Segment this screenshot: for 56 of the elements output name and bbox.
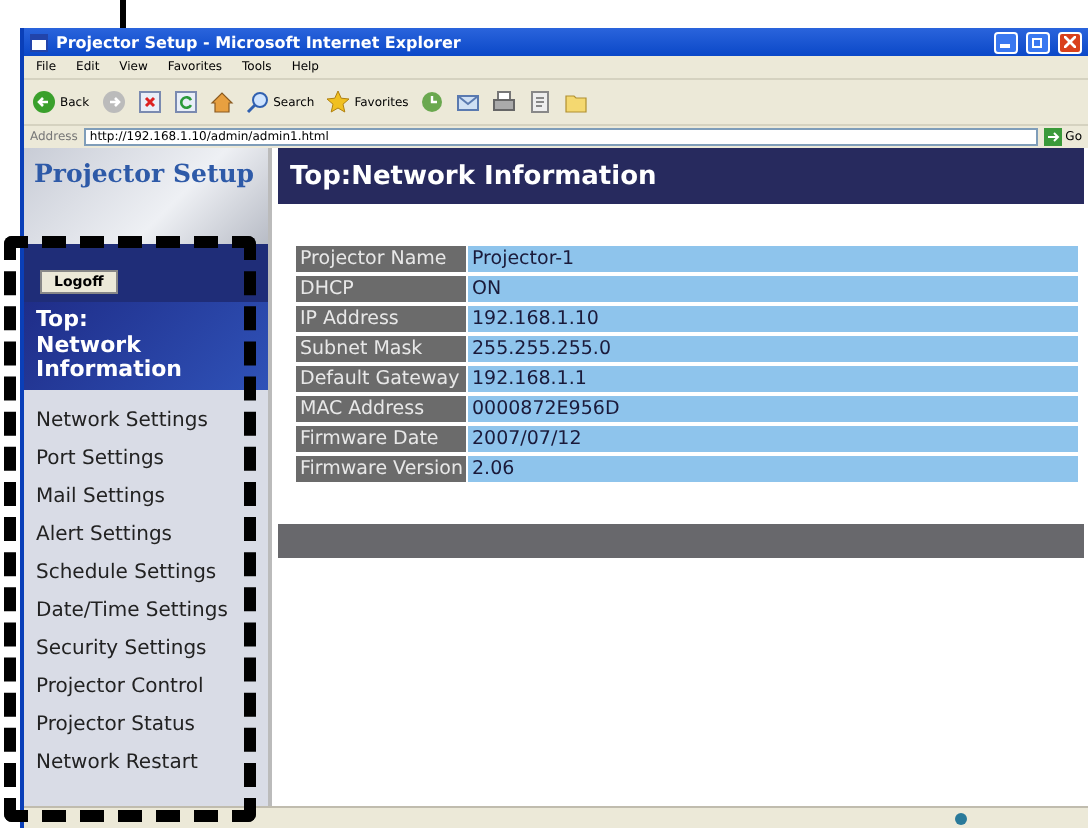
edit-button[interactable] (528, 90, 553, 114)
table-cell: 2.06 (468, 456, 1078, 482)
home-icon (209, 90, 234, 114)
sidebar-item[interactable]: Projector Control (24, 667, 268, 706)
mail-icon (456, 90, 481, 114)
home-button[interactable] (209, 90, 234, 114)
browser-icon (30, 33, 48, 51)
close-icon (1064, 36, 1076, 48)
table-cell: MAC Address (296, 396, 466, 422)
table-cell: ON (468, 276, 1078, 302)
table-cell: 192.168.1.1 (468, 366, 1078, 392)
folder-icon (564, 90, 589, 114)
printer-icon (492, 90, 517, 114)
close-button[interactable] (1058, 31, 1082, 53)
history-icon (420, 90, 445, 114)
sidebar-item[interactable]: Network Settings (24, 401, 268, 440)
sidebar-item[interactable]: Top: Network Information (24, 302, 268, 390)
table-cell: IP Address (296, 306, 466, 332)
table-cell: DHCP (296, 276, 466, 302)
stop-button[interactable] (137, 90, 162, 114)
logo-text: Projector Setup (34, 158, 255, 188)
forward-icon (101, 90, 126, 114)
mail-button[interactable] (456, 90, 481, 114)
window-title: Projector Setup - Microsoft Internet Explorer (56, 33, 463, 51)
table-cell: Firmware Version (296, 456, 466, 482)
table-cell: 255.255.255.0 (468, 336, 1078, 362)
refresh-button[interactable] (173, 90, 198, 114)
restore-button[interactable] (1026, 31, 1050, 53)
print-button[interactable] (492, 90, 517, 114)
sidebar-item[interactable]: Projector Status (24, 705, 268, 744)
sidebar-item[interactable]: Date/Time Settings (24, 591, 268, 630)
table-cell: 2007/07/12 (468, 426, 1078, 452)
minimize-button[interactable] (994, 31, 1018, 53)
page-heading: Top:Network Information (278, 148, 1084, 204)
table-cell: Subnet Mask (296, 336, 466, 362)
sidebar-item[interactable]: Network Restart (24, 743, 268, 782)
star-icon (326, 90, 351, 114)
search-icon (245, 90, 270, 114)
sidebar-item[interactable]: Port Settings (24, 439, 268, 478)
table-cell: 192.168.1.10 (468, 306, 1078, 332)
table-cell: Projector Name (296, 246, 466, 272)
go-arrow-icon (1043, 128, 1062, 146)
sidebar-item[interactable]: Security Settings (24, 629, 268, 668)
sidebar-item[interactable]: Mail Settings (24, 477, 268, 516)
table-cell: Default Gateway (296, 366, 466, 392)
refresh-icon (173, 90, 198, 114)
sidebar-item[interactable]: Schedule Settings (24, 553, 268, 592)
maximize-icon (1032, 36, 1044, 48)
back-icon (32, 90, 56, 114)
document-icon (528, 90, 553, 114)
table-cell: 0000872E956D (468, 396, 1078, 422)
table-cell: Firmware Date (296, 426, 466, 452)
history-button[interactable] (420, 90, 445, 114)
stop-icon (137, 90, 162, 114)
table-cell: Projector-1 (468, 246, 1078, 272)
sidebar-item[interactable]: Alert Settings (24, 515, 268, 554)
